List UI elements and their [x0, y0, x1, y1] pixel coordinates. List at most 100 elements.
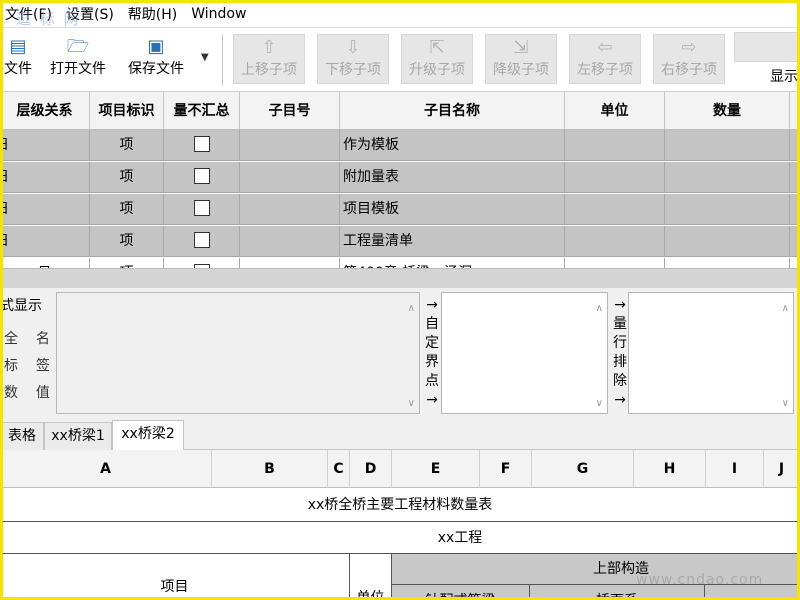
table-row[interactable]: 日 项 工程量清单	[0, 226, 800, 257]
col-flag[interactable]: 项目标识	[90, 92, 164, 130]
label-char: 界	[425, 354, 439, 370]
summary-checkbox[interactable]	[193, 168, 210, 184]
col-qty[interactable]: 数量	[665, 92, 790, 130]
scroll-down-icon[interactable]: ∨	[596, 398, 603, 409]
move-right-button[interactable]: ⇨ 右移子项	[653, 34, 725, 84]
col-header-c[interactable]: C	[328, 450, 350, 488]
exclude-list[interactable]: ∧ ∨	[628, 292, 794, 414]
arrow-downright-icon: ⇲	[513, 37, 529, 58]
label-char: 名	[35, 331, 50, 347]
row-flag: 项	[90, 162, 164, 193]
custom-list[interactable]: ∧ ∨	[441, 292, 608, 414]
col-name[interactable]: 子目名称	[340, 92, 565, 130]
col-header-b[interactable]: B	[212, 450, 328, 488]
col-header-e[interactable]: E	[392, 450, 480, 488]
col-header-a[interactable]: A	[0, 450, 212, 488]
col-header-g[interactable]: G	[532, 450, 634, 488]
row-code	[240, 226, 340, 257]
promote-label: 升级子项	[409, 62, 465, 78]
save-disk-icon: ▣	[147, 36, 165, 57]
scroll-down-icon[interactable]: ∨	[408, 398, 415, 409]
menu-help[interactable]: 帮助(H)	[121, 4, 184, 24]
label-char: 签	[35, 358, 50, 374]
row-name: 附加量表	[340, 162, 565, 193]
label-char: →	[426, 392, 438, 408]
label-char: 定	[425, 335, 439, 351]
sub-column-1[interactable]: 钛配式箱梁	[391, 584, 530, 600]
col-header-j[interactable]: J	[764, 450, 800, 488]
col-header-i[interactable]: I	[706, 450, 764, 488]
scroll-down-icon[interactable]: ∨	[782, 398, 789, 409]
row-flag: 项	[90, 130, 164, 161]
summary-checkbox[interactable]	[193, 200, 210, 216]
open-folder-icon: 🗁	[66, 36, 90, 57]
col-code[interactable]: 子目号	[240, 92, 340, 130]
display-label: 显示	[770, 69, 798, 85]
demote-button[interactable]: ⇲ 降级子项	[485, 34, 557, 84]
promote-button[interactable]: ⇱ 升级子项	[401, 34, 473, 84]
row-extra	[790, 162, 800, 193]
row-unit	[565, 162, 665, 193]
col-no-summary[interactable]: 量不汇总	[164, 92, 240, 130]
field-value-box[interactable]: ∧ ∨	[56, 292, 420, 414]
save-file-button[interactable]: ▣ 保存文件	[124, 36, 188, 82]
row-qty	[665, 130, 790, 161]
sheet-tabs: 表格 xx桥梁1 xx桥梁2	[0, 418, 800, 450]
label-char: 自	[425, 316, 439, 332]
item-header-cell[interactable]: 项目	[0, 553, 350, 600]
label-char: 除	[613, 373, 627, 389]
table-row[interactable]: 日 项 第400章 桥梁、涵洞	[0, 258, 800, 268]
scroll-up-icon[interactable]: ∧	[408, 303, 415, 314]
scroll-up-icon[interactable]: ∧	[596, 303, 603, 314]
save-file-label: 保存文件	[128, 61, 184, 77]
sheet-project-cell[interactable]: xx工程	[0, 522, 800, 554]
summary-checkbox[interactable]	[193, 232, 210, 248]
col-header-h[interactable]: H	[634, 450, 706, 488]
horizontal-scrollbar[interactable]	[0, 268, 800, 288]
arrow-down-icon: ⇩	[345, 37, 361, 58]
col-header-d[interactable]: D	[350, 450, 392, 488]
menu-window[interactable]: Window	[184, 6, 253, 22]
label-char: →	[614, 297, 626, 313]
display-button[interactable]	[734, 32, 800, 62]
row-name: 工程量清单	[340, 226, 565, 257]
summary-checkbox[interactable]	[193, 136, 210, 152]
unit-header-cell[interactable]: 单位	[349, 553, 392, 600]
new-file-button[interactable]: ▤ 文件	[0, 36, 36, 82]
row-flag: 项	[90, 194, 164, 225]
exclude-label: → 量 行 排 除 →	[612, 296, 628, 410]
column-header-row: A B C D E F G H I J	[0, 450, 800, 488]
move-left-button[interactable]: ⇦ 左移子项	[569, 34, 641, 84]
tab-bridge-2[interactable]: xx桥梁2	[112, 420, 184, 450]
tab-table[interactable]: 表格	[0, 422, 44, 450]
row-level: 日	[0, 162, 90, 193]
table-row[interactable]: 日 项 附加量表	[0, 162, 800, 193]
tab-bridge-1[interactable]: xx桥梁1	[44, 422, 112, 450]
display-mode-label: 式显示	[0, 298, 42, 314]
row-unit	[565, 194, 665, 225]
table-row[interactable]: 日 项 项目模板	[0, 194, 800, 225]
arrow-upleft-icon: ⇱	[429, 37, 445, 58]
row-unit	[565, 130, 665, 161]
scroll-up-icon[interactable]: ∧	[782, 303, 789, 314]
arrow-up-icon: ⇧	[261, 37, 277, 58]
move-down-button[interactable]: ⇩ 下移子项	[317, 34, 389, 84]
open-file-label: 打开文件	[50, 61, 106, 77]
col-unit[interactable]: 单位	[565, 92, 665, 130]
sheet-title-cell[interactable]: xx桥全桥主要工程材料数量表	[0, 488, 800, 522]
field-labels: 全 名 标 签 数 值	[4, 326, 50, 407]
move-up-button[interactable]: ⇧ 上移子项	[233, 34, 305, 84]
col-level[interactable]: 层级关系	[0, 92, 90, 130]
row-unit	[565, 258, 665, 268]
row-summary-cell	[164, 226, 240, 257]
menu-bar: 文件(F) 设置(S) 帮助(H) Window	[0, 0, 800, 28]
row-name: 作为模板	[340, 130, 565, 161]
chevron-down-icon[interactable]: ▼	[201, 52, 213, 63]
row-qty	[665, 258, 790, 268]
row-flag: 项	[90, 258, 164, 268]
row-extra	[790, 130, 800, 161]
table-row[interactable]: 日 项 作为模板	[0, 130, 800, 161]
open-file-button[interactable]: 🗁 打开文件	[46, 36, 110, 82]
col-header-f[interactable]: F	[480, 450, 532, 488]
toolbar: ▤ 文件 🗁 打开文件 ▣ 保存文件 ▼ ⇧ 上移子项 ⇩ 下移子项 ⇱ 升级子…	[0, 28, 800, 92]
